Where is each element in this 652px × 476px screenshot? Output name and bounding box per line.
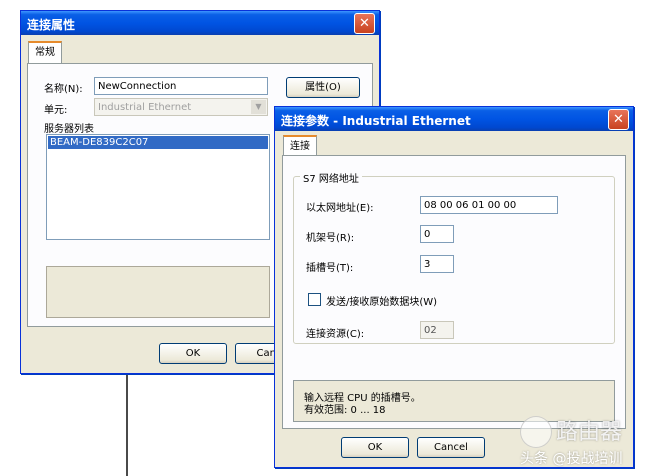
connection-resource-input: 02 — [420, 321, 454, 339]
dialog-title: 连接参数 - Industrial Ethernet — [281, 114, 471, 128]
list-item[interactable]: BEAM-DE839C2C07 — [48, 136, 268, 149]
watermark-line-2: 头条 @投战培训 — [520, 451, 623, 467]
info-area — [46, 266, 270, 318]
rack-label: 机架号(R): — [306, 233, 355, 244]
ethernet-address-input[interactable]: 08 00 06 01 00 00 — [420, 196, 558, 214]
rack-input[interactable]: 0 — [420, 225, 454, 243]
ok-button[interactable]: OK — [341, 437, 409, 458]
slot-input[interactable]: 3 — [420, 255, 454, 273]
server-list-label: 服务器列表 — [44, 124, 94, 135]
unit-label: 单元: — [44, 105, 68, 116]
connection-tab-panel: S7 网络地址 以太网地址(E): 08 00 06 01 00 00 机架号(… — [282, 155, 626, 429]
cancel-button[interactable]: Cancel — [417, 437, 485, 458]
server-list[interactable]: BEAM-DE839C2C07 — [46, 134, 270, 240]
watermark-logo-icon — [520, 416, 552, 448]
help-text-line-2: 有效范围: 0 ... 18 — [304, 405, 386, 416]
background-divider-line — [126, 372, 128, 476]
connection-properties-titlebar[interactable]: 连接属性 ✕ — [21, 11, 379, 35]
close-button[interactable]: ✕ — [354, 13, 375, 34]
s7-network-address-group: S7 网络地址 以太网地址(E): 08 00 06 01 00 00 机架号(… — [293, 170, 615, 344]
raw-data-block-checkbox[interactable] — [308, 293, 321, 306]
chevron-down-icon[interactable]: ▼ — [251, 100, 266, 114]
close-icon: ✕ — [613, 112, 624, 127]
close-icon: ✕ — [359, 16, 370, 31]
background-top-fragment — [0, 0, 652, 8]
name-input[interactable]: NewConnection — [94, 77, 268, 95]
watermark-line-1: 路由器 — [556, 420, 623, 445]
tab-connection[interactable]: 连接 — [283, 135, 317, 157]
connection-resource-label: 连接资源(C): — [306, 329, 365, 340]
connection-parameters-titlebar[interactable]: 连接参数 - Industrial Ethernet ✕ — [275, 107, 633, 131]
close-button[interactable]: ✕ — [608, 109, 629, 130]
dialog-title: 连接属性 — [27, 18, 76, 32]
slot-label: 插槽号(T): — [306, 263, 354, 274]
tab-general[interactable]: 常规 — [28, 41, 62, 63]
unit-select-value: Industrial Ethernet — [98, 102, 192, 113]
unit-select[interactable]: Industrial Ethernet ▼ — [94, 98, 268, 116]
ok-button[interactable]: OK — [159, 343, 227, 364]
ethernet-address-label: 以太网地址(E): — [306, 203, 374, 214]
properties-button[interactable]: 属性(O) — [286, 77, 360, 98]
group-title: S7 网络地址 — [300, 170, 362, 185]
raw-data-block-label[interactable]: 发送/接收原始数据块(W) — [326, 293, 437, 308]
name-label: 名称(N): — [44, 84, 83, 95]
